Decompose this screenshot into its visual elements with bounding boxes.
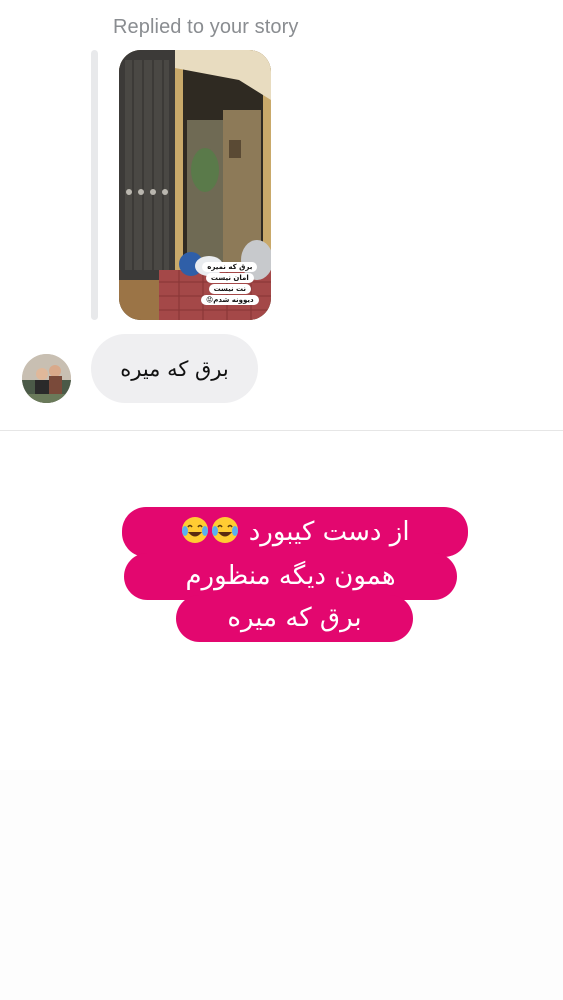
story-thumbnail[interactable]: برق که نمیره امان نیست نت نیست دیوونه شد… xyxy=(119,50,271,320)
story-text-sticker: برق که نمیره امان نیست نت نیست دیوونه شد… xyxy=(201,262,259,305)
sender-avatar[interactable] xyxy=(22,354,71,403)
sticker-line: نت نیست xyxy=(208,284,252,294)
sticker-line: امان نیست xyxy=(205,273,254,283)
face-with-tears-of-joy-icon xyxy=(180,515,210,545)
caption-line: همون دیگه منظورم xyxy=(124,553,457,600)
avatar-photo xyxy=(22,354,71,403)
caption-line: از دست کیبورد xyxy=(122,507,468,557)
caption-sticker: از دست کیبورد همون دیگه منظورم برق که می… xyxy=(0,507,563,642)
face-with-tears-of-joy-icon xyxy=(210,515,240,545)
caption-line-text: همون دیگه منظورم xyxy=(185,561,396,591)
replied-to-story-label: Replied to your story xyxy=(113,16,299,38)
caption-line-text: از دست کیبورد xyxy=(248,517,410,547)
caption-line-text: برق که میره xyxy=(227,603,362,633)
sticker-line: دیوونه شدم😡 xyxy=(201,295,259,305)
reply-indicator-bar xyxy=(91,50,98,320)
story-reply-screen: Replied to your story برق که نمیره امان … xyxy=(0,0,563,1000)
message-text: برق که میره xyxy=(120,356,229,381)
background-area xyxy=(0,770,563,1000)
sticker-line: برق که نمیره xyxy=(202,262,258,272)
message-bubble[interactable]: برق که میره xyxy=(91,334,258,403)
screenshot-divider xyxy=(0,430,563,431)
caption-line: برق که میره xyxy=(176,595,413,642)
